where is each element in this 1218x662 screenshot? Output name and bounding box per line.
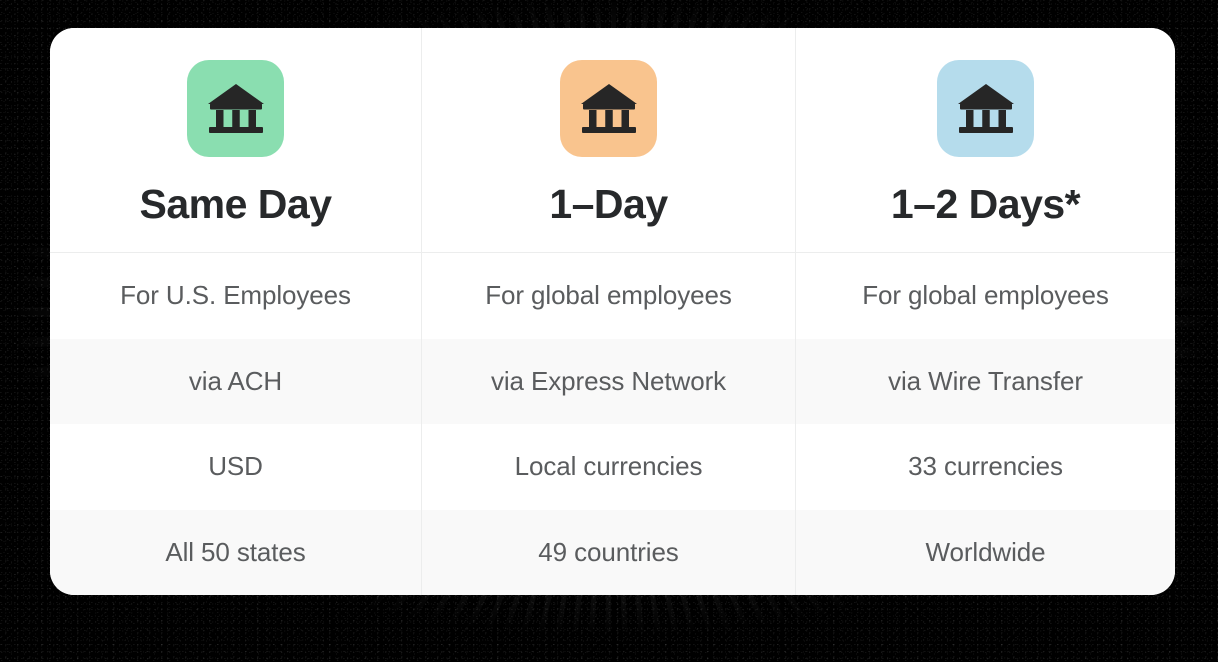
table-cell: via Wire Transfer [795,338,1175,424]
column-header-one-to-two-days: 1–2 Days* [795,28,1175,252]
column-title: Same Day [139,181,332,227]
table-cell: via ACH [188,365,283,396]
table-cell: For global employees [421,253,795,339]
table-row: All 50 states 49 countries Worldwide [50,509,1175,595]
bank-icon [957,83,1015,135]
table-cell: 33 currencies [795,424,1175,510]
table-cell: For U.S. Employees [120,280,351,311]
column-title: 1–Day [549,181,668,227]
icon-tile-one-to-two-days [937,60,1034,157]
icon-tile-one-day [560,60,657,157]
table-cell: via Express Network [421,338,795,424]
column-header-one-day: 1–Day [421,28,795,252]
payout-speed-comparison-card: Same Day 1–Day 1–2 Days* For U.S. Employ… [50,28,1175,595]
column-title: 1–2 Days* [890,181,1081,227]
comparison-table-body: For U.S. Employees For global employees … [50,253,1175,595]
comparison-table-header: Same Day 1–Day 1–2 Days* [50,28,1175,253]
table-row: via ACH via Express Network via Wire Tra… [50,338,1175,424]
table-cell: Worldwide [795,509,1175,595]
bank-icon [207,83,265,135]
table-cell: 49 countries [421,509,795,595]
table-cell: USD [208,451,263,482]
table-row: USD Local currencies 33 currencies [50,424,1175,510]
table-row: For U.S. Employees For global employees … [50,253,1175,339]
table-cell: For global employees [795,253,1175,339]
icon-tile-same-day [187,60,284,157]
table-cell: All 50 states [165,536,306,567]
table-cell: Local currencies [421,424,795,510]
bank-icon [580,83,638,135]
column-header-same-day: Same Day [50,28,421,252]
